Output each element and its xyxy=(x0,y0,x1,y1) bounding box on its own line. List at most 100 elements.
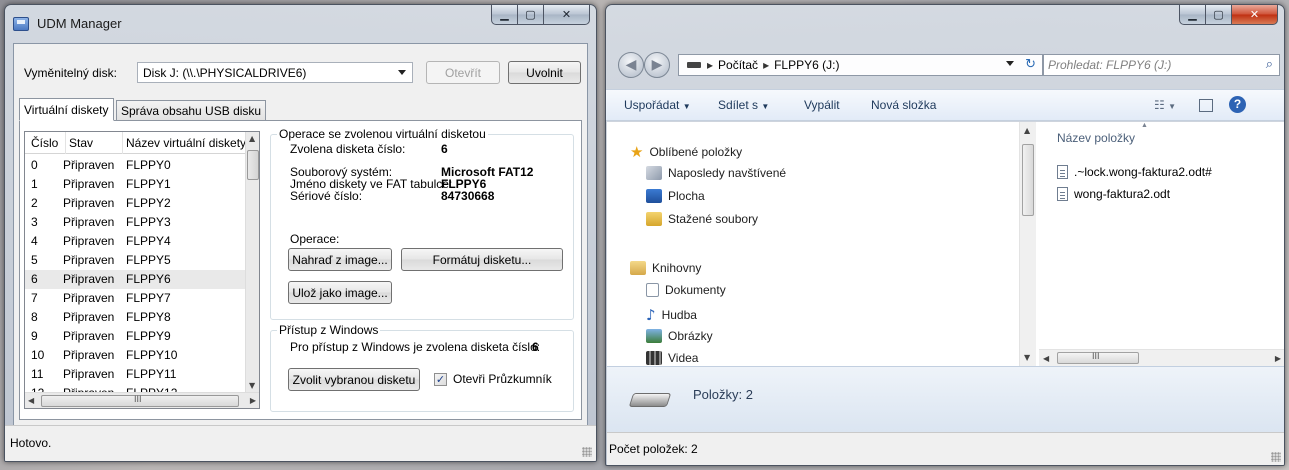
open-button[interactable]: Otevřít xyxy=(426,61,500,84)
open-explorer-label[interactable]: Otevři Průzkumník xyxy=(453,372,552,386)
list-item[interactable]: 1 Připraven FLPPY1 xyxy=(25,175,247,194)
hscroll-thumb[interactable]: III xyxy=(41,394,239,407)
list-item[interactable]: 10 Připraven FLPPY10 xyxy=(25,346,247,365)
scroll-left-icon[interactable]: ◀ xyxy=(1043,354,1049,363)
back-button[interactable]: ◀ xyxy=(618,52,644,78)
libraries-header[interactable]: Knihovny xyxy=(630,261,701,275)
refresh-icon[interactable]: ↻ xyxy=(1025,57,1036,72)
nav-item-recent[interactable]: Naposledy navštívené xyxy=(646,166,786,180)
row-state: Připraven xyxy=(63,177,115,191)
scroll-down-icon[interactable]: ▼ xyxy=(1024,353,1030,362)
file-pane-hscroll[interactable]: ◀ III ▶ xyxy=(1039,349,1284,366)
scroll-right-icon[interactable]: ▶ xyxy=(250,396,256,405)
chevron-down-icon: ▼ xyxy=(761,102,770,111)
scroll-right-icon[interactable]: ▶ xyxy=(1275,354,1281,363)
hscroll-grip: III xyxy=(134,394,142,404)
row-name: FLPPY10 xyxy=(126,348,178,362)
breadcrumb-drive[interactable]: FLPPY6 (J:) xyxy=(774,58,839,72)
release-button[interactable]: Uvolnit xyxy=(508,61,581,84)
select-floppy-button[interactable]: Zvolit vybranou disketu xyxy=(288,368,420,391)
file-item[interactable]: wong-faktura2.odt xyxy=(1057,187,1170,201)
nav-item-documents[interactable]: Dokumenty xyxy=(646,283,726,297)
file-hscroll-thumb[interactable]: III xyxy=(1057,351,1139,364)
disk-select[interactable]: Disk J: (\\.\PHYSICALDRIVE6) xyxy=(137,62,413,83)
view-options-icon[interactable]: ☷ ▼ xyxy=(1154,98,1176,112)
row-number: 3 xyxy=(31,215,38,229)
list-item[interactable]: 3 Připraven FLPPY3 xyxy=(25,213,247,232)
list-item[interactable]: 6 Připraven FLPPY6 xyxy=(25,270,247,289)
replace-from-image-button[interactable]: Nahraď z image... xyxy=(288,248,392,271)
scroll-up-icon[interactable]: ▲ xyxy=(249,134,255,143)
scroll-down-icon[interactable]: ▼ xyxy=(249,381,255,390)
col-number[interactable]: Číslo xyxy=(31,136,58,150)
search-input[interactable]: Prohledat: FLPPY6 (J:) ⌕ xyxy=(1043,54,1280,76)
col-state[interactable]: Stav xyxy=(69,136,93,150)
nav-item-desktop[interactable]: Plocha xyxy=(646,189,705,203)
organize-label: Uspořádat xyxy=(624,98,680,112)
file-item-label: wong-faktura2.odt xyxy=(1074,187,1171,201)
breadcrumb-computer[interactable]: Počítač xyxy=(718,58,758,72)
list-item[interactable]: 8 Připraven FLPPY8 xyxy=(25,308,247,327)
file-list-pane: Název položky ▲ .~lock.wong-faktura2.odt… xyxy=(1039,122,1284,366)
list-item[interactable]: 9 Připraven FLPPY9 xyxy=(25,327,247,346)
search-icon[interactable]: ⌕ xyxy=(1266,57,1273,72)
organize-menu[interactable]: Uspořádat ▼ xyxy=(624,98,691,112)
navigation-pane-scrollbar[interactable]: ▲ ▼ xyxy=(1019,122,1036,366)
minimize-icon: ▁ xyxy=(500,8,509,21)
explorer-minimize-button[interactable]: ▁ xyxy=(1179,5,1206,25)
new-folder-button[interactable]: Nová složka xyxy=(871,98,936,112)
list-item[interactable]: 2 Připraven FLPPY2 xyxy=(25,194,247,213)
resize-grip-icon[interactable] xyxy=(1271,452,1281,462)
preview-pane-icon[interactable] xyxy=(1199,99,1213,112)
row-number: 1 xyxy=(31,177,38,191)
format-floppy-button[interactable]: Formátuj disketu... xyxy=(401,248,563,271)
list-item[interactable]: 0 Připraven FLPPY0 xyxy=(25,156,247,175)
scroll-up-icon[interactable]: ▲ xyxy=(1024,126,1030,135)
tab-usb-content[interactable]: Správa obsahu USB disku xyxy=(116,100,267,121)
nav-scroll-thumb[interactable] xyxy=(1022,144,1034,216)
list-item[interactable]: 11 Připraven FLPPY11 xyxy=(25,365,247,384)
col-name[interactable]: Název virtuální diskety xyxy=(126,136,246,150)
windows-access-group-title: Přístup z Windows xyxy=(277,323,381,337)
nav-item-music[interactable]: ♪ Hudba xyxy=(646,306,697,324)
nav-item-pictures[interactable]: Obrázky xyxy=(646,329,713,343)
open-explorer-checkbox[interactable]: ✓ xyxy=(434,373,447,386)
save-as-image-button[interactable]: Ulož jako image... xyxy=(288,281,392,304)
share-menu[interactable]: Sdílet s ▼ xyxy=(718,98,769,112)
row-state: Připraven xyxy=(63,291,115,305)
column-header-name[interactable]: Název položky xyxy=(1057,131,1135,145)
list-item[interactable]: 5 Připraven FLPPY5 xyxy=(25,251,247,270)
forward-button[interactable]: ▶ xyxy=(644,52,670,78)
floppy-list[interactable]: Číslo Stav Název virtuální diskety 0 Přip… xyxy=(24,131,260,409)
floppy-list-hscroll[interactable]: ◀ III ▶ xyxy=(25,392,259,408)
resize-grip-icon[interactable] xyxy=(582,447,592,457)
tab-virtual-floppies[interactable]: Virtuální diskety xyxy=(19,98,114,121)
favorites-header[interactable]: ★ Oblíbené položky xyxy=(630,143,742,161)
file-item[interactable]: .~lock.wong-faktura2.odt# xyxy=(1057,165,1212,179)
burn-button[interactable]: Vypálit xyxy=(804,98,840,112)
list-item[interactable]: 7 Připraven FLPPY7 xyxy=(25,289,247,308)
help-icon[interactable]: ? xyxy=(1229,96,1246,113)
row-number: 10 xyxy=(31,348,45,362)
vscroll-thumb[interactable] xyxy=(247,150,259,180)
explorer-maximize-button[interactable]: ▢ xyxy=(1206,5,1232,25)
address-dropdown-icon[interactable] xyxy=(1006,61,1014,66)
close-button[interactable]: ✕ xyxy=(544,5,590,25)
nav-item-downloads[interactable]: Stažené soubory xyxy=(646,212,758,226)
nav-item-videos[interactable]: Videa xyxy=(646,351,698,365)
scroll-left-icon[interactable]: ◀ xyxy=(28,396,34,405)
floppy-list-vscroll[interactable]: ▲ ▼ xyxy=(245,132,259,392)
explorer-statusbar: Počet položek: 2 xyxy=(607,432,1284,465)
recent-places-icon xyxy=(646,166,662,180)
list-item[interactable]: 4 Připraven FLPPY4 xyxy=(25,232,247,251)
explorer-close-button[interactable]: ✕ xyxy=(1232,5,1278,25)
status-text: Hotovo. xyxy=(10,436,52,450)
explorer-titlebar[interactable]: ▁ ▢ ✕ ◀ ▶ ▸ Počítač ▸ FLPPY6 (J:) ↻ Proh… xyxy=(606,5,1284,93)
row-name: FLPPY2 xyxy=(126,196,171,210)
maximize-button[interactable]: ▢ xyxy=(518,5,544,25)
address-bar[interactable]: ▸ Počítač ▸ FLPPY6 (J:) ↻ xyxy=(678,54,1043,76)
udm-titlebar[interactable]: UDM Manager ▁ ▢ ✕ xyxy=(5,5,596,35)
music-icon: ♪ xyxy=(646,306,656,324)
minimize-button[interactable]: ▁ xyxy=(491,5,518,25)
row-state: Připraven xyxy=(63,234,115,248)
